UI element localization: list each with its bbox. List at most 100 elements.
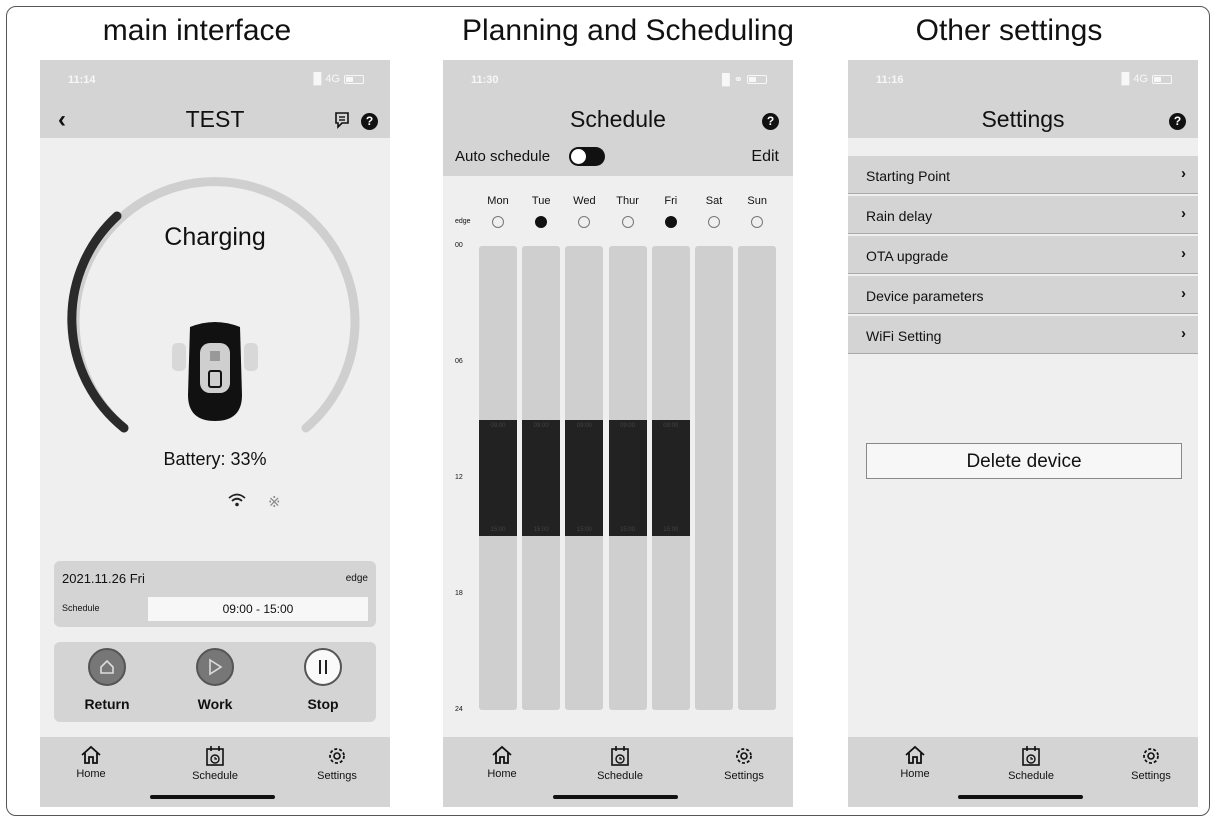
bluetooth-icon: ※ — [268, 494, 281, 511]
block-start-time: 09:00 — [490, 423, 506, 429]
tab-schedule-label: Schedule — [597, 770, 643, 782]
edge-radio[interactable] — [492, 216, 504, 228]
tab-settings[interactable]: Settings — [1116, 745, 1186, 782]
home-indicator — [553, 795, 678, 799]
calendar-clock-icon — [611, 746, 629, 766]
gear-icon — [736, 748, 752, 764]
edge-radio[interactable] — [535, 216, 548, 228]
day-column[interactable]: 09:00 15:00 — [522, 246, 561, 710]
day-column[interactable]: 09:00 15:00 — [479, 246, 517, 710]
block-end-time: 15:00 — [533, 527, 549, 533]
tab-schedule[interactable]: Schedule — [180, 745, 250, 782]
settings-item-label: OTA upgrade — [866, 248, 949, 264]
schedule-block[interactable]: 09:00 15:00 — [651, 420, 690, 536]
day-column[interactable]: 09:00 15:00 — [651, 246, 690, 710]
status-bar: 11:14 █ 4G — [40, 60, 390, 100]
battery-icon — [747, 75, 767, 84]
stop-label: Stop — [307, 696, 339, 712]
tab-home[interactable]: Home — [56, 745, 126, 780]
day-column[interactable] — [695, 246, 733, 710]
caption-other: Other settings — [915, 14, 1103, 47]
block-end-time: 15:00 — [576, 527, 592, 533]
block-start-time: 09:00 — [576, 423, 592, 429]
schedule-value: 09:00 - 15:00 — [148, 597, 368, 621]
pause-icon — [304, 648, 342, 686]
control-panel: Return Work Stop — [54, 642, 376, 722]
mode-label: edge — [345, 573, 368, 584]
help-icon[interactable]: ? — [762, 113, 779, 130]
settings-item[interactable]: Starting Point › — [848, 156, 1198, 194]
gear-icon — [1143, 748, 1159, 764]
day-column[interactable]: 09:00 15:00 — [565, 246, 604, 710]
gear-icon — [329, 748, 345, 764]
edge-radio[interactable] — [751, 216, 764, 228]
tab-settings[interactable]: Settings — [709, 745, 779, 782]
wifi-status-icon: ⚭ — [733, 74, 743, 86]
tab-schedule[interactable]: Schedule — [996, 745, 1066, 782]
settings-item[interactable]: Rain delay › — [848, 196, 1198, 234]
status-icons: █ 4G — [314, 73, 364, 85]
tab-home-label: Home — [487, 768, 517, 780]
help-icon[interactable]: ? — [361, 113, 378, 130]
battery-icon — [1152, 74, 1172, 84]
delete-device-button[interactable]: Delete device — [866, 443, 1182, 479]
hour-label: 24 — [455, 706, 463, 713]
schedule-block[interactable]: 09:00 15:00 — [479, 420, 517, 536]
home-icon — [905, 745, 925, 764]
block-end-time: 15:00 — [490, 527, 506, 533]
tab-schedule-label: Schedule — [1008, 770, 1054, 782]
help-icon[interactable]: ? — [1169, 113, 1186, 130]
main-screen: 11:14 █ 4G ‹ TEST ? Charging Battery: 33… — [40, 60, 390, 807]
block-start-time: 09:00 — [533, 423, 549, 429]
day-label: Sun — [747, 195, 767, 207]
schedule-block[interactable]: 09:00 15:00 — [522, 420, 561, 536]
chevron-right-icon: › — [1181, 245, 1186, 262]
schedule-block[interactable]: 09:00 15:00 — [608, 420, 647, 536]
nav-bar: ‹ TEST ? — [40, 100, 390, 138]
status-icons: █ 4G — [1122, 73, 1172, 85]
home-indicator — [150, 795, 275, 799]
settings-item[interactable]: OTA upgrade › — [848, 236, 1198, 274]
schedule-block[interactable]: 09:00 15:00 — [565, 420, 604, 536]
edit-button[interactable]: Edit — [751, 148, 779, 166]
status-time: 11:16 — [876, 74, 904, 86]
edge-radio[interactable] — [578, 216, 591, 228]
stop-button[interactable]: Stop — [283, 648, 363, 712]
signal-icon: █ — [1121, 73, 1130, 85]
work-button[interactable]: Work — [175, 648, 255, 712]
tab-home[interactable]: Home — [467, 745, 537, 780]
nav-bar: Settings ? — [848, 100, 1198, 138]
settings-item-label: Device parameters — [866, 288, 984, 304]
return-button[interactable]: Return — [67, 648, 147, 712]
tab-schedule[interactable]: Schedule — [585, 745, 655, 782]
schedule-title: Schedule — [570, 106, 666, 132]
edge-radio[interactable] — [664, 216, 677, 228]
edge-label: edge — [455, 218, 471, 225]
chevron-right-icon: › — [1181, 205, 1186, 222]
day-column[interactable] — [738, 246, 777, 710]
tab-settings-label: Settings — [1131, 770, 1171, 782]
tab-settings[interactable]: Settings — [302, 745, 372, 782]
schedule-card: 2021.11.26 Fri edge Schedule 09:00 - 15:… — [54, 561, 376, 627]
block-start-time: 09:00 — [663, 423, 679, 429]
settings-screen: 11:16 █ 4G Settings ? Starting Point › Rai… — [848, 60, 1198, 807]
tab-home[interactable]: Home — [880, 745, 950, 780]
message-icon[interactable] — [334, 111, 350, 134]
status-bar: 11:16 █ 4G — [848, 60, 1198, 100]
edge-radio[interactable] — [708, 216, 720, 228]
settings-item[interactable]: WiFi Setting › — [848, 316, 1198, 354]
schedule-screen: 11:30 █ ⚭ Schedule ? Auto schedule Edit … — [443, 60, 793, 807]
hour-label: 00 — [455, 242, 463, 249]
network-label: 4G — [1133, 73, 1148, 85]
day-label: Thur — [616, 195, 639, 207]
day-column[interactable]: 09:00 15:00 — [608, 246, 647, 710]
caption-planning: Planning and Scheduling — [462, 14, 794, 47]
settings-item-label: Rain delay — [866, 208, 933, 224]
settings-item[interactable]: Device parameters › — [848, 276, 1198, 314]
calendar-clock-icon — [1022, 746, 1040, 766]
tab-bar: Home Schedule Settings — [848, 737, 1198, 807]
edge-radio[interactable] — [621, 216, 634, 228]
auto-schedule-toggle[interactable] — [569, 147, 605, 166]
status-icons: █ ⚭ — [722, 73, 767, 86]
caption-main: main interface — [102, 14, 292, 47]
